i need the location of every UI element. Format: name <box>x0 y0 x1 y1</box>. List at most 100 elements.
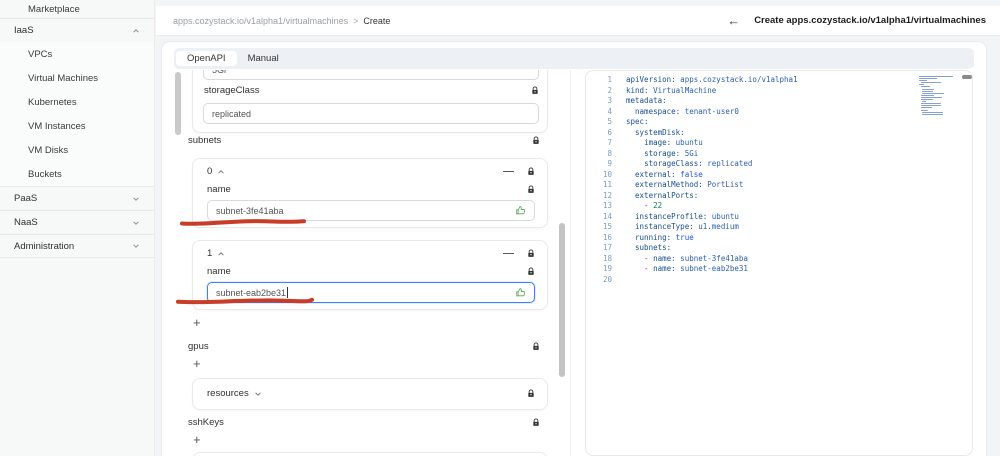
code-line: 19 - name: subnet-eab2be31 <box>586 264 972 275</box>
gpus-label: gpus <box>188 341 209 352</box>
subnet-1-collapse-toggle[interactable]: 1 <box>207 248 225 259</box>
chevron-down-icon <box>254 390 262 398</box>
line-number: 2 <box>607 85 612 95</box>
chevron-down-icon <box>132 242 140 250</box>
lock-icon[interactable] <box>527 389 535 398</box>
minimap-line <box>922 111 943 113</box>
lock-icon[interactable] <box>532 342 540 351</box>
thumbs-up-icon[interactable] <box>515 287 526 298</box>
subnet-1-name-input[interactable]: subnet-eab2be31 <box>207 282 535 303</box>
sidebar-item-marketplace[interactable]: Marketplace <box>0 0 154 18</box>
code-line: 15 instanceType: u1.medium <box>586 222 972 233</box>
sidebar-item-virtual-machines[interactable]: Virtual Machines <box>0 66 154 90</box>
form-scrollbar-thumb[interactable] <box>559 223 565 377</box>
line-number: 11 <box>602 180 612 189</box>
editor-minimap[interactable] <box>919 76 961 118</box>
add-ssh-key-button[interactable]: + <box>193 433 201 446</box>
chevron-down-icon <box>132 195 140 203</box>
sidebar-item-paas[interactable]: PaaS <box>0 186 154 210</box>
sidebar-item-label: Virtual Machines <box>28 72 99 84</box>
sidebar-item-iaas[interactable]: IaaS <box>0 18 154 42</box>
lock-icon[interactable] <box>527 249 535 258</box>
code-line: 14 instanceProfile: ubuntu <box>586 212 972 223</box>
line-number: 10 <box>602 169 612 179</box>
sidebar-submenu: VPCs Virtual Machines Kubernetes VM Instanc… <box>0 42 154 186</box>
code-line: 17 subnets: <box>586 243 972 254</box>
minimap-line <box>919 76 954 77</box>
code-line: 20 <box>586 275 972 286</box>
editor-scrollbar-thumb[interactable] <box>962 75 972 79</box>
yaml-code[interactable]: 1 apiVersion: apps.cozystack.io/v1alpha1 2… <box>586 75 972 285</box>
sidebar-item-vm-disks[interactable]: VM Disks <box>0 138 154 162</box>
subnet-0-name-label: name <box>207 184 231 195</box>
line-number: 6 <box>607 127 612 137</box>
subnet-1-name-label: name <box>207 266 231 277</box>
next-group-card-partial <box>192 452 548 456</box>
line-number: 19 <box>602 264 612 273</box>
line-number: 18 <box>602 253 612 263</box>
sidebar-item-vm-instances[interactable]: VM Instances <box>0 114 154 138</box>
chevron-up-icon <box>132 27 140 35</box>
panel-divider <box>570 70 571 456</box>
sidebar-item-naas[interactable]: NaaS <box>0 210 154 234</box>
line-number: 16 <box>602 232 612 242</box>
tab-openapi[interactable]: OpenAPI <box>176 51 237 66</box>
chevron-up-icon <box>217 168 225 176</box>
breadcrumb: apps.cozystack.io/v1alpha1/virtualmachin… <box>173 16 390 26</box>
thumbs-up-icon[interactable] <box>515 205 526 216</box>
minimap-line <box>920 99 934 101</box>
code-line: 8 storage: 5Gi <box>586 149 972 160</box>
openapi-form-panel: 5Gi storageClass replicated subnets 0 <box>174 70 560 456</box>
sidebar-item-kubernetes[interactable]: Kubernetes <box>0 90 154 114</box>
resources-collapse-toggle[interactable]: resources <box>207 388 262 399</box>
storage-class-input[interactable]: replicated <box>203 103 539 124</box>
minimap-line <box>922 113 943 115</box>
lock-icon[interactable] <box>527 267 535 276</box>
subnet-0-collapse-toggle[interactable]: 0 <box>207 166 225 177</box>
yaml-editor[interactable]: 1 apiVersion: apps.cozystack.io/v1alpha1 2… <box>585 70 973 456</box>
minimap-line <box>919 80 928 82</box>
minimap-line <box>920 86 931 88</box>
subnet-0-name-input[interactable]: subnet-3fe41aba <box>207 200 535 221</box>
chevron-down-icon <box>132 219 140 227</box>
minimap-line <box>920 96 943 98</box>
storage-input[interactable]: 5Gi <box>203 70 539 80</box>
resources-group-card: resources <box>192 378 548 410</box>
sidebar-item-label: PaaS <box>14 193 38 204</box>
line-number: 5 <box>607 117 612 126</box>
minimap-line <box>920 82 942 84</box>
code-line: 16 running: true <box>586 233 972 244</box>
tab-manual[interactable]: Manual <box>237 51 290 66</box>
line-number: 17 <box>602 243 612 252</box>
back-arrow-icon[interactable]: ← <box>727 14 740 27</box>
add-gpu-button[interactable]: + <box>193 357 201 370</box>
code-line: 13 - 22 <box>586 201 972 212</box>
subnet-item-card-0: 0 name subnet-3fe41aba <box>192 158 548 228</box>
remove-subnet-icon[interactable] <box>503 252 514 255</box>
code-line: 10 external: false <box>586 170 972 181</box>
lock-icon[interactable] <box>527 167 535 176</box>
lock-icon[interactable] <box>527 185 535 194</box>
lock-icon[interactable] <box>532 418 540 427</box>
breadcrumb-current: Create <box>363 15 391 26</box>
remove-subnet-icon[interactable] <box>503 170 514 173</box>
sidebar-item-buckets[interactable]: Buckets <box>0 162 154 186</box>
line-number: 4 <box>607 106 612 116</box>
sidebar-item-administration[interactable]: Administration <box>0 234 154 258</box>
subnet-item-card-1: 1 name subnet-eab2be31 <box>192 240 548 310</box>
sidebar-item-vpcs[interactable]: VPCs <box>0 42 154 66</box>
lock-icon[interactable] <box>532 136 540 145</box>
breadcrumb-path[interactable]: apps.cozystack.io/v1alpha1/virtualmachin… <box>173 16 348 26</box>
sidebar-item-label: Kubernetes <box>28 96 77 108</box>
add-subnet-button[interactable]: + <box>193 316 201 329</box>
sidebar-item-label: IaaS <box>14 25 34 36</box>
code-line: 12 externalPorts: <box>586 191 972 202</box>
minimap-line <box>922 92 944 94</box>
code-line: 4 namespace: tenant-user0 <box>586 107 972 118</box>
lock-icon[interactable] <box>531 86 539 95</box>
sidebar: Marketplace IaaS VPCs Virtual Machines Kuber… <box>0 0 155 456</box>
sidebar-item-label: VM Instances <box>28 120 86 132</box>
code-line: 18 - name: subnet-3fe41aba <box>586 254 972 265</box>
code-line: 2 kind: VirtualMachine <box>586 86 972 97</box>
line-number: 7 <box>607 138 612 147</box>
